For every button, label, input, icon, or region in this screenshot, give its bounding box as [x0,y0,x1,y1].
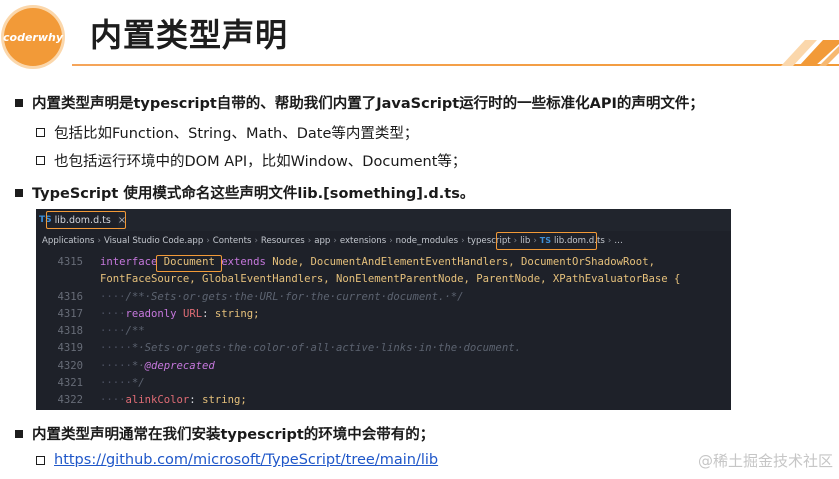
page-title: 内置类型声明 [90,16,289,54]
code-line: 4315 interface Document extends Node, Do… [36,254,731,271]
chevron-right-icon: › [97,235,101,246]
chevron-right-icon: › [607,235,612,246]
code-text: ·····*·Sets·or·gets·the·color·of·all·act… [100,342,521,355]
line-number: 4315 [57,256,83,268]
bullet-3: 内置类型声明通常在我们安装typescript的环境中会带有的； [15,423,434,444]
bullet-3-1: https://github.com/microsoft/TypeScript/… [36,452,438,468]
breadcrumb-item[interactable]: … [614,236,623,246]
chevron-right-icon: › [254,235,258,246]
chevron-right-icon: › [333,235,337,246]
square-bullet-icon [15,98,23,107]
square-bullet-icon [15,429,23,438]
code-text: FontFaceSource, GlobalEventHandlers, Non… [100,273,681,286]
hollow-square-bullet-icon [36,455,45,465]
chevron-right-icon: › [389,235,393,246]
code-line: 4318 ····/** [36,323,731,340]
bullet-1-text: 内置类型声明是typescript自带的、帮助我们内置了JavaScript运行… [32,96,704,112]
code-text: ····/** [100,325,145,338]
chevron-right-icon: › [206,235,210,246]
code-text: ····alinkColor: string; [100,394,247,407]
breadcrumb-item[interactable]: Visual Studio Code.app [104,236,203,246]
line-number: 4321 [57,377,83,390]
square-bullet-icon [15,188,23,197]
code-line: 4321 ·····*/ [36,375,731,392]
bullet-1-2-text: 也包括运行环境中的DOM API，比如Window、Document等； [54,154,467,170]
bullet-1-1: 包括比如Function、String、Math、Date等内置类型； [36,122,418,143]
stripes-decoration [781,40,839,66]
breadcrumb-item[interactable]: node_modules [396,236,458,246]
hollow-square-bullet-icon [36,128,45,137]
chevron-right-icon: › [461,235,465,246]
title-underline [72,64,839,66]
typescript-lib-link[interactable]: https://github.com/microsoft/TypeScript/… [54,452,438,468]
coderwhy-logo: coderwhy [3,8,64,66]
code-text: ·····*·@deprecated [100,359,215,372]
line-number: 4317 [57,307,83,320]
line-number: 4316 [57,290,83,303]
bullet-2: TypeScript 使用模式命名这些声明文件lib.[something].d… [15,182,474,203]
bullet-1-1-text: 包括比如Function、String、Math、Date等内置类型； [54,126,419,142]
breadcrumb-highlight-box [496,232,597,250]
bullet-1: 内置类型声明是typescript自带的、帮助我们内置了JavaScript运行… [15,92,704,113]
code-text: ····readonly URL: string; [100,307,260,320]
bullet-1-2: 也包括运行环境中的DOM API，比如Window、Document等； [36,150,466,171]
tab-highlight-box [46,211,126,229]
line-number [36,271,100,288]
line-number: 4322 [57,394,83,407]
logo-text: coderwhy [3,30,64,44]
code-screenshot: TS lib.dom.d.ts × Applications › Visual … [36,209,731,410]
breadcrumb: Applications › Visual Studio Code.app › … [36,231,731,250]
breadcrumb-item[interactable]: Contents [213,236,252,246]
code-line: 4319 ·····*·Sets·or·gets·the·color·of·al… [36,340,731,357]
code-line: 4322 ····alinkColor: string; [36,392,731,409]
document-highlight-box [156,255,222,272]
code-line: FontFaceSource, GlobalEventHandlers, Non… [36,271,731,288]
bullet-3-text: 内置类型声明通常在我们安装typescript的环境中会带有的； [32,427,435,443]
code-line: 4316 ····/**·Sets·or·gets·the·URL·for·th… [36,289,731,306]
chevron-right-icon: › [307,235,312,246]
line-number: 4320 [57,359,83,372]
code-line: 4317 ····readonly URL: string; [36,306,731,323]
breadcrumb-item[interactable]: app [314,236,330,246]
breadcrumb-item[interactable]: extensions [340,236,386,246]
breadcrumb-item[interactable]: Resources [261,236,305,246]
editor-tabbar: TS lib.dom.d.ts × [36,209,731,231]
line-number: 4318 [57,325,83,338]
code-text: ·····*/ [100,377,145,390]
watermark: @稀土掘金技术社区 [697,452,833,470]
hollow-square-bullet-icon [36,156,45,165]
breadcrumb-item[interactable]: Applications [42,236,95,246]
code-line: 4320 ·····*·@deprecated [36,358,731,375]
code-text: ····/**·Sets·or·gets·the·URL·for·the·cur… [100,290,464,303]
bullet-2-text: TypeScript 使用模式命名这些声明文件lib.[something].d… [32,186,475,202]
code-area: 4315 interface Document extends Node, Do… [36,250,731,410]
line-number: 4319 [57,342,83,355]
